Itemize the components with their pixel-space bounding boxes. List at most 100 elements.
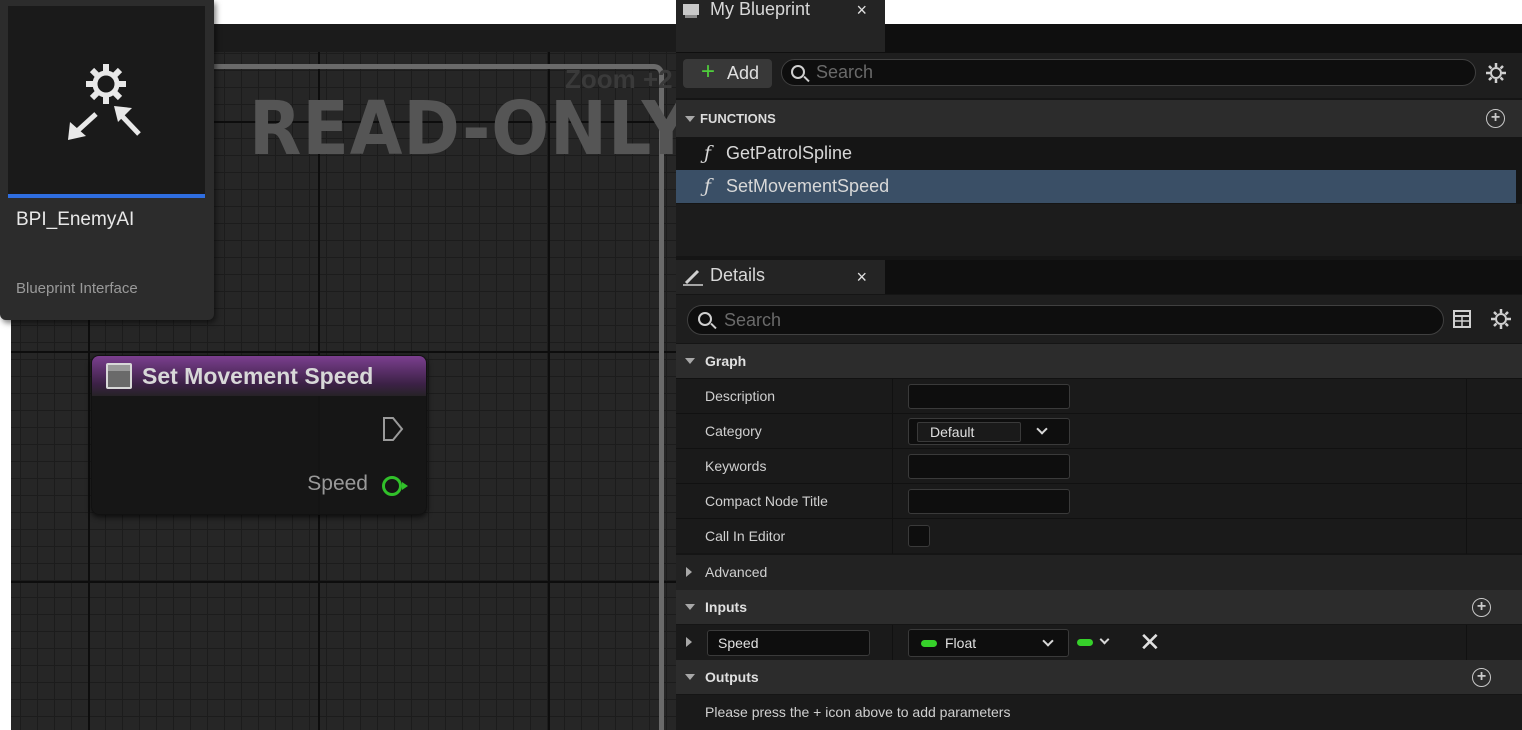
column-divider (1466, 449, 1467, 484)
column-divider (892, 379, 893, 414)
category-dropdown[interactable]: Default (908, 418, 1070, 445)
collapse-arrow-icon[interactable] (685, 358, 695, 364)
graph-section-label: Graph (705, 353, 747, 369)
description-field[interactable] (908, 384, 1070, 409)
outputs-section-label: Outputs (705, 669, 759, 685)
parameter-name-field[interactable]: Speed (707, 630, 870, 656)
outputs-hint-text: Please press the + icon above to add par… (676, 695, 1522, 730)
search-placeholder: Search (724, 310, 782, 330)
description-row: Description (676, 378, 1522, 414)
advanced-expander[interactable]: Advanced (676, 555, 1522, 590)
inputs-section-label: Inputs (705, 599, 747, 615)
search-icon (791, 65, 805, 79)
collapse-arrow-icon[interactable] (685, 116, 695, 122)
collapse-arrow-icon[interactable] (685, 604, 695, 610)
my-blueprint-tabbar: My Blueprint × (676, 0, 1522, 53)
category-row: Category Default (676, 413, 1522, 449)
details-search-input[interactable]: Search (687, 305, 1444, 335)
add-button-label: Add (727, 63, 760, 83)
compact-node-title-row: Compact Node Title (676, 483, 1522, 519)
remove-parameter-icon[interactable]: ✕ (1139, 627, 1161, 657)
asset-thumbnail (8, 6, 205, 194)
close-tab-icon[interactable]: × (856, 267, 867, 288)
parameter-type-value: Float (945, 635, 977, 651)
add-button[interactable]: + Add (683, 59, 772, 88)
description-label: Description (705, 388, 776, 404)
column-divider (1466, 414, 1467, 449)
function-item-setmovementspeed[interactable]: ƒ SetMovementSpeed (676, 170, 1516, 203)
details-tabbar: Details × (676, 260, 1522, 294)
function-icon: ƒ (704, 175, 712, 197)
function-item-label: SetMovementSpeed (726, 176, 890, 196)
asset-type-stripe (8, 194, 205, 198)
speed-pin-label: Speed (307, 472, 368, 495)
node-header[interactable]: Set Movement Speed (92, 356, 426, 396)
chevron-down-icon[interactable] (1042, 635, 1054, 647)
function-icon: ƒ (704, 142, 712, 164)
column-divider (892, 519, 893, 554)
add-input-icon[interactable]: + (1472, 598, 1491, 617)
asset-type-label: Blueprint Interface (16, 280, 138, 297)
collapse-arrow-icon[interactable] (685, 674, 695, 680)
column-divider (1466, 484, 1467, 519)
read-only-watermark: READ-ONLY (249, 86, 676, 172)
graph-section-header[interactable]: Graph (676, 344, 1522, 378)
tab-my-blueprint-label: My Blueprint (710, 0, 811, 19)
column-divider (892, 484, 893, 519)
function-node[interactable]: Set Movement Speed Speed (91, 355, 427, 515)
table-view-icon[interactable] (1453, 310, 1471, 328)
category-value[interactable]: Default (917, 422, 1021, 442)
call-in-editor-checkbox[interactable] (908, 525, 930, 547)
speed-pin-icon[interactable] (382, 476, 402, 496)
keywords-label: Keywords (705, 458, 767, 474)
chevron-down-icon[interactable] (1099, 634, 1110, 645)
node-title: Set Movement Speed (142, 362, 374, 389)
advanced-label: Advanced (705, 564, 768, 580)
pin-arrow-icon (402, 482, 408, 490)
expand-arrow-icon[interactable] (686, 637, 692, 647)
keywords-field[interactable] (908, 454, 1070, 479)
expand-arrow-icon[interactable] (686, 567, 692, 577)
column-divider (1466, 625, 1467, 660)
call-in-editor-label: Call In Editor (705, 528, 786, 544)
outputs-section-header[interactable]: Outputs + (676, 660, 1522, 694)
exec-output-pin-icon[interactable] (382, 416, 404, 442)
function-node-icon (106, 363, 132, 389)
inputs-section-header[interactable]: Inputs + (676, 590, 1522, 624)
function-item-getpatrolspline[interactable]: ƒ GetPatrolSpline (676, 137, 1516, 170)
search-placeholder: Search (816, 62, 874, 82)
functions-section-header[interactable]: FUNCTIONS + (676, 100, 1522, 137)
asset-tooltip-card: BPI_EnemyAI Blueprint Interface (0, 0, 214, 320)
add-output-icon[interactable]: + (1472, 668, 1491, 687)
compact-node-title-field[interactable] (908, 489, 1070, 514)
column-divider (1466, 379, 1467, 414)
details-pencil-icon (683, 269, 703, 286)
tab-details-label: Details (710, 265, 766, 285)
column-divider (1466, 519, 1467, 554)
column-divider (892, 449, 893, 484)
parameter-type-dropdown[interactable]: Float (908, 629, 1069, 657)
column-divider (892, 625, 893, 660)
plus-icon: + (701, 58, 716, 85)
category-label: Category (705, 423, 762, 439)
compact-node-title-label: Compact Node Title (705, 493, 828, 509)
float-type-pill-icon (921, 640, 937, 647)
keywords-row: Keywords (676, 448, 1522, 484)
add-function-icon[interactable]: + (1486, 109, 1505, 128)
side-panels: My Blueprint × + Add Search FUNCTIONS + … (676, 0, 1522, 730)
asset-name: BPI_EnemyAI (16, 209, 135, 230)
settings-gear-icon[interactable] (1490, 308, 1512, 330)
tab-my-blueprint[interactable]: My Blueprint × (676, 0, 885, 52)
input-parameter-row: Speed Float ✕ (676, 625, 1522, 660)
tab-details[interactable]: Details × (676, 260, 885, 294)
interface-gear-arrows-icon (68, 64, 141, 140)
my-blueprint-search-input[interactable]: Search (781, 59, 1476, 86)
column-divider (892, 414, 893, 449)
call-in-editor-row: Call In Editor (676, 518, 1522, 554)
close-tab-icon[interactable]: × (856, 0, 867, 21)
settings-gear-icon[interactable] (1485, 62, 1507, 84)
function-item-label: GetPatrolSpline (726, 143, 853, 163)
blueprint-tab-icon (683, 4, 699, 18)
chevron-down-icon[interactable] (1036, 423, 1048, 435)
container-type-pill-icon[interactable] (1077, 639, 1093, 646)
